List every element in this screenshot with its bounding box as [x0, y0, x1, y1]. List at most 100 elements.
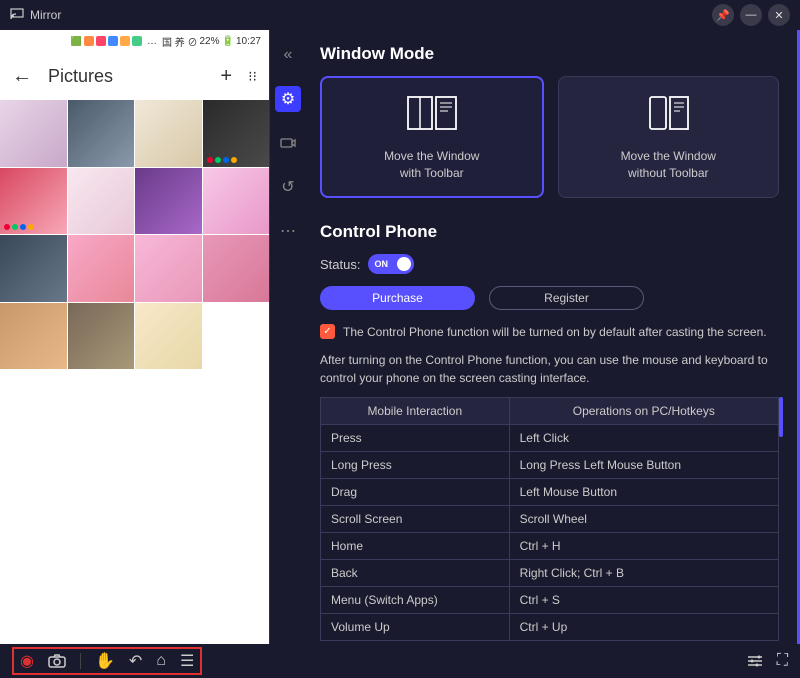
- mode-label: Move the Window with Toolbar: [384, 148, 479, 182]
- collapse-icon[interactable]: «: [275, 42, 301, 68]
- window-mode-title: Window Mode: [320, 44, 779, 64]
- table-row: Volume UpCtrl + Up: [321, 614, 779, 641]
- more-icon[interactable]: ⋯: [275, 218, 301, 244]
- status-row: Status: ON: [320, 254, 779, 274]
- default-on-checkbox[interactable]: ✓: [320, 324, 335, 339]
- plus-icon[interactable]: +: [220, 65, 232, 88]
- cell-pc: Ctrl + Up: [509, 614, 778, 641]
- photo-thumb[interactable]: [0, 303, 67, 370]
- photo-thumb[interactable]: [68, 100, 135, 167]
- cell-pc: Long Press Left Mouse Button: [509, 452, 778, 479]
- grid-resize-icon[interactable]: ⁝⁝: [248, 68, 257, 85]
- toggle-knob: [397, 257, 411, 271]
- phone-status-bar: 🟩 … 国 养 ⊘ 22% 🔋 10:27: [0, 30, 269, 52]
- table-row: BackRight Click; Ctrl + B: [321, 560, 779, 587]
- mode-card-with-toolbar[interactable]: Move the Window with Toolbar: [320, 76, 544, 198]
- left-tools: ◉ ✋ ↶ ⌂ ☰: [12, 647, 202, 675]
- photo-thumb[interactable]: [68, 303, 135, 370]
- cell-mobile: Press: [321, 425, 510, 452]
- checkbox-label: The Control Phone function will be turne…: [343, 325, 767, 339]
- window-plain-icon: [638, 93, 698, 138]
- window-mode-cards: Move the Window with Toolbar Move the Wi…: [320, 76, 779, 198]
- register-button[interactable]: Register: [489, 286, 644, 310]
- photo-thumb[interactable]: [203, 168, 270, 235]
- cell-mobile: Home: [321, 533, 510, 560]
- mode-card-without-toolbar[interactable]: Move the Window without Toolbar: [558, 76, 780, 198]
- phone-gallery-header: ← Pictures + ⁝⁝: [0, 52, 269, 100]
- gallery-title: Pictures: [48, 66, 113, 87]
- pin-button[interactable]: 📌: [712, 4, 734, 26]
- fullscreen-icon[interactable]: ⛶: [777, 652, 788, 670]
- cell-pc: Right Click; Ctrl + B: [509, 560, 778, 587]
- home-icon[interactable]: ⌂: [156, 652, 166, 670]
- battery-text: 22%: [200, 36, 220, 47]
- photo-thumb[interactable]: [68, 168, 135, 235]
- th-pc: Operations on PC/Hotkeys: [509, 398, 778, 425]
- photo-thumb[interactable]: [135, 235, 202, 302]
- table-row: Scroll ScreenScroll Wheel: [321, 506, 779, 533]
- status-label: Status:: [320, 257, 360, 272]
- mode-label: Move the Window without Toolbar: [621, 148, 716, 182]
- right-tools: ⛶: [747, 652, 788, 670]
- th-mobile: Mobile Interaction: [321, 398, 510, 425]
- cell-pc: Scroll Wheel: [509, 506, 778, 533]
- cell-pc: Left Mouse Button: [509, 479, 778, 506]
- close-button[interactable]: ✕: [768, 4, 790, 26]
- status-app-icon: [120, 36, 130, 46]
- control-desc: After turning on the Control Phone funct…: [320, 351, 779, 387]
- status-app-icon: [96, 36, 106, 46]
- settings-pane: Window Mode Move the Window with Toolbar…: [306, 30, 800, 644]
- cell-mobile: Long Press: [321, 452, 510, 479]
- photo-thumb[interactable]: [135, 100, 202, 167]
- photo-thumb[interactable]: [68, 235, 135, 302]
- camera-tool-icon[interactable]: [275, 130, 301, 156]
- hand-icon[interactable]: ✋: [95, 651, 115, 671]
- cell-mobile: Volume Up: [321, 614, 510, 641]
- status-extra: 国 养 ⊘: [162, 34, 198, 49]
- settings-icon[interactable]: ⚙: [275, 86, 301, 112]
- photo-thumb[interactable]: [0, 235, 67, 302]
- record-icon[interactable]: ◉: [20, 651, 34, 671]
- window-buttons: 📌 — ✕: [706, 4, 790, 26]
- table-row: Menu (Switch Apps)Ctrl + S: [321, 587, 779, 614]
- time-text: 10:27: [236, 36, 261, 47]
- table-scrollbar[interactable]: [779, 397, 783, 437]
- divider: [80, 653, 81, 669]
- status-icon: 🟩: [71, 36, 82, 47]
- table-row: DragLeft Mouse Button: [321, 479, 779, 506]
- hotkeys-table: Mobile Interaction Operations on PC/Hotk…: [320, 397, 779, 641]
- history-icon[interactable]: ↺: [275, 174, 301, 200]
- list-settings-icon[interactable]: [747, 652, 763, 670]
- minimize-button[interactable]: —: [740, 4, 762, 26]
- hotkeys-table-wrap: Mobile Interaction Operations on PC/Hotk…: [320, 397, 779, 641]
- cell-mobile: Drag: [321, 479, 510, 506]
- screenshot-icon[interactable]: [48, 654, 66, 668]
- cell-mobile: Scroll Screen: [321, 506, 510, 533]
- photo-thumb[interactable]: [203, 235, 270, 302]
- menu-icon[interactable]: ☰: [180, 651, 194, 671]
- purchase-button[interactable]: Purchase: [320, 286, 475, 310]
- control-phone-title: Control Phone: [320, 222, 779, 242]
- cell-pc: Ctrl + S: [509, 587, 778, 614]
- undo-icon[interactable]: ↶: [129, 651, 142, 671]
- titlebar: Mirror 📌 — ✕: [0, 0, 800, 30]
- photo-thumb[interactable]: [0, 168, 67, 235]
- control-toggle[interactable]: ON: [368, 254, 414, 274]
- photo-grid: [0, 100, 269, 369]
- status-app-icon: [84, 36, 94, 46]
- bottom-toolbar: ◉ ✋ ↶ ⌂ ☰ ⛶: [0, 644, 800, 678]
- back-arrow-icon[interactable]: ←: [12, 65, 32, 88]
- status-more: …: [147, 36, 157, 47]
- side-toolbar: « ⚙ ↺ ⋯: [270, 30, 306, 644]
- photo-thumb[interactable]: [135, 168, 202, 235]
- cell-mobile: Back: [321, 560, 510, 587]
- photo-thumb[interactable]: [135, 303, 202, 370]
- photo-thumb[interactable]: [0, 100, 67, 167]
- phone-mirror-pane[interactable]: 🟩 … 国 养 ⊘ 22% 🔋 10:27 ← Pictures + ⁝⁝: [0, 30, 270, 644]
- cell-pc: Left Click: [509, 425, 778, 452]
- battery-icon: 🔋: [222, 36, 234, 47]
- photo-thumb[interactable]: [203, 100, 270, 167]
- toggle-on-text: ON: [374, 259, 388, 269]
- main-content: 🟩 … 国 养 ⊘ 22% 🔋 10:27 ← Pictures + ⁝⁝ « …: [0, 30, 800, 644]
- cell-pc: Ctrl + H: [509, 533, 778, 560]
